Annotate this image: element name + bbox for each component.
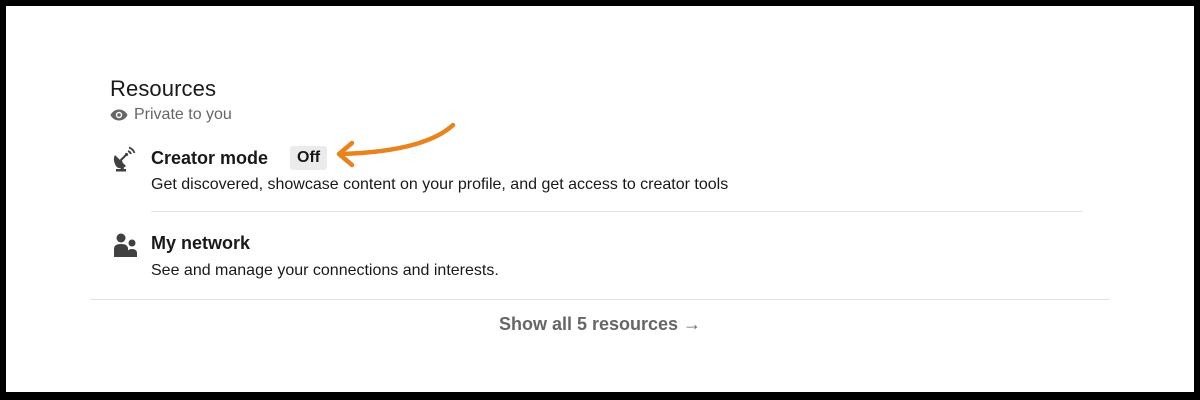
my-network-title[interactable]: My network [151, 233, 250, 254]
satellite-dish-icon [113, 146, 136, 172]
creator-mode-title[interactable]: Creator mode [151, 148, 268, 169]
my-network-description: See and manage your connections and inte… [151, 262, 499, 279]
creator-mode-status-badge: Off [290, 146, 328, 170]
item-divider [151, 211, 1083, 212]
privacy-indicator: Private to you [110, 105, 232, 125]
creator-mode-description: Get discovered, showcase content on your… [151, 176, 729, 193]
footer-divider [90, 299, 1110, 300]
eye-icon [110, 109, 128, 121]
people-icon [114, 233, 137, 257]
section-title: Resources [110, 76, 217, 101]
privacy-label: Private to you [134, 106, 232, 123]
show-all-resources-link[interactable]: Show all 5 resources → [6, 314, 1194, 335]
resources-card: Resources Private to you Creator mode Of… [6, 6, 1194, 392]
